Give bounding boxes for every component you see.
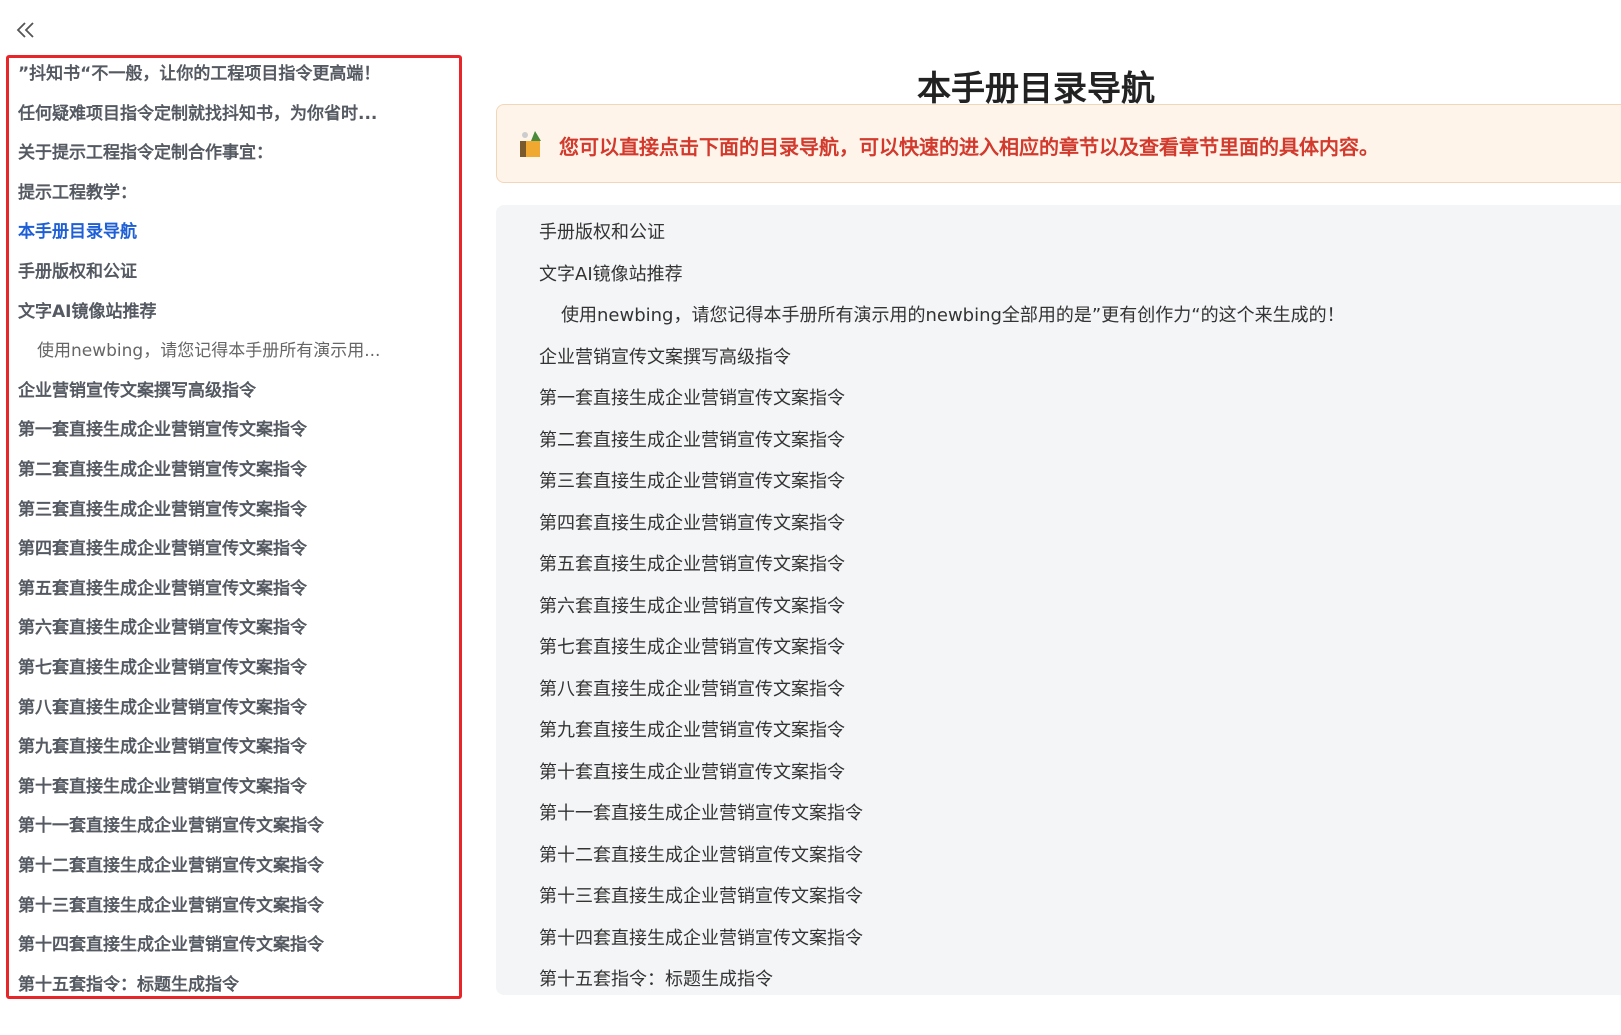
toc-link[interactable]: 第一套直接生成企业营销宣传文案指令	[539, 387, 845, 411]
sidebar-item[interactable]: 第八套直接生成企业营销宣传文案指令	[18, 697, 307, 719]
toc-link[interactable]: 使用newbing，请您记得本手册所有演示用的newbing全部用的是”更有创作…	[561, 304, 1345, 328]
sidebar-item[interactable]: 提示工程教学：	[18, 182, 137, 204]
sidebar-item[interactable]: 第七套直接生成企业营销宣传文案指令	[18, 657, 307, 679]
sidebar-item[interactable]: 第十一套直接生成企业营销宣传文案指令	[18, 815, 324, 837]
sidebar-item[interactable]: 第一套直接生成企业营销宣传文案指令	[18, 419, 307, 441]
toc-link[interactable]: 第十四套直接生成企业营销宣传文案指令	[539, 927, 863, 951]
sidebar-item[interactable]: 第二套直接生成企业营销宣传文案指令	[18, 459, 307, 481]
sidebar-item[interactable]: 使用newbing，请您记得本手册所有演示用...	[37, 340, 380, 362]
toc-link[interactable]: 第三套直接生成企业营销宣传文案指令	[539, 470, 845, 494]
books-emoji-icon	[520, 131, 541, 157]
toc-link[interactable]: 第十三套直接生成企业营销宣传文案指令	[539, 885, 863, 909]
tip-callout: 您可以直接点击下面的目录导航，可以快速的进入相应的章节以及查看章节里面的具体内容…	[496, 104, 1621, 183]
sidebar-item[interactable]: 第十四套直接生成企业营销宣传文案指令	[18, 934, 324, 956]
toc-link[interactable]: 文字AI镜像站推荐	[539, 263, 683, 287]
toc-link[interactable]: 第八套直接生成企业营销宣传文案指令	[539, 678, 845, 702]
toc-link[interactable]: 第十二套直接生成企业营销宣传文案指令	[539, 844, 863, 868]
toc-link[interactable]: 第六套直接生成企业营销宣传文案指令	[539, 595, 845, 619]
table-of-contents: 手册版权和公证 文字AI镜像站推荐使用newbing，请您记得本手册所有演示用的n…	[496, 205, 1621, 995]
sidebar-item[interactable]: 第五套直接生成企业营销宣传文案指令	[18, 578, 307, 600]
toc-link[interactable]: 第五套直接生成企业营销宣传文案指令	[539, 553, 845, 577]
sidebar-item[interactable]: 任何疑难项目指令定制就找抖知书，为你省时...	[18, 103, 377, 125]
toc-link[interactable]: 第九套直接生成企业营销宣传文案指令	[539, 719, 845, 743]
toc-link[interactable]: 第七套直接生成企业营销宣传文案指令	[539, 636, 845, 660]
sidebar-item[interactable]: 第六套直接生成企业营销宣传文案指令	[18, 617, 307, 639]
sidebar-item[interactable]: 第十二套直接生成企业营销宣传文案指令	[18, 855, 324, 877]
page-title: 本手册目录导航	[917, 68, 1155, 109]
sidebar-item[interactable]: 第十五套指令：标题生成指令	[18, 974, 239, 996]
sidebar-item[interactable]: ”抖知书“不一般，让你的工程项目指令更高端！	[18, 63, 380, 85]
toc-link[interactable]: 第十套直接生成企业营销宣传文案指令	[539, 761, 845, 785]
sidebar-item[interactable]: 第四套直接生成企业营销宣传文案指令	[18, 538, 307, 560]
toc-link[interactable]: 第四套直接生成企业营销宣传文案指令	[539, 512, 845, 536]
toc-link[interactable]: 第二套直接生成企业营销宣传文案指令	[539, 429, 845, 453]
toc-link[interactable]: 第十五套指令：标题生成指令	[539, 968, 773, 992]
toc-link[interactable]: 企业营销宣传文案撰写高级指令	[539, 346, 791, 370]
sidebar-item[interactable]: 第三套直接生成企业营销宣传文案指令	[18, 499, 307, 521]
sidebar-item[interactable]: 企业营销宣传文案撰写高级指令	[18, 380, 256, 402]
sidebar-item[interactable]: 第九套直接生成企业营销宣传文案指令	[18, 736, 307, 758]
sidebar-item[interactable]: 关于提示工程指令定制合作事宜：	[18, 142, 273, 164]
toc-link[interactable]: 第十一套直接生成企业营销宣传文案指令	[539, 802, 863, 826]
sidebar-item[interactable]: 手册版权和公证	[18, 261, 137, 283]
double-chevron-left-icon	[16, 22, 34, 38]
collapse-sidebar-button[interactable]	[14, 18, 40, 44]
tip-text: 您可以直接点击下面的目录导航，可以快速的进入相应的章节以及查看章节里面的具体内容…	[559, 135, 1379, 159]
sidebar-item[interactable]: 第十套直接生成企业营销宣传文案指令	[18, 776, 307, 798]
toc-link[interactable]: 手册版权和公证	[539, 221, 665, 245]
sidebar-item[interactable]: 文字AI镜像站推荐	[18, 301, 156, 323]
sidebar-outline: ”抖知书“不一般，让你的工程项目指令更高端！ 任何疑难项目指令定制就找抖知书，为你…	[6, 55, 462, 999]
sidebar-item[interactable]: 第十三套直接生成企业营销宣传文案指令	[18, 895, 324, 917]
sidebar-item[interactable]: 本手册目录导航	[18, 221, 137, 243]
